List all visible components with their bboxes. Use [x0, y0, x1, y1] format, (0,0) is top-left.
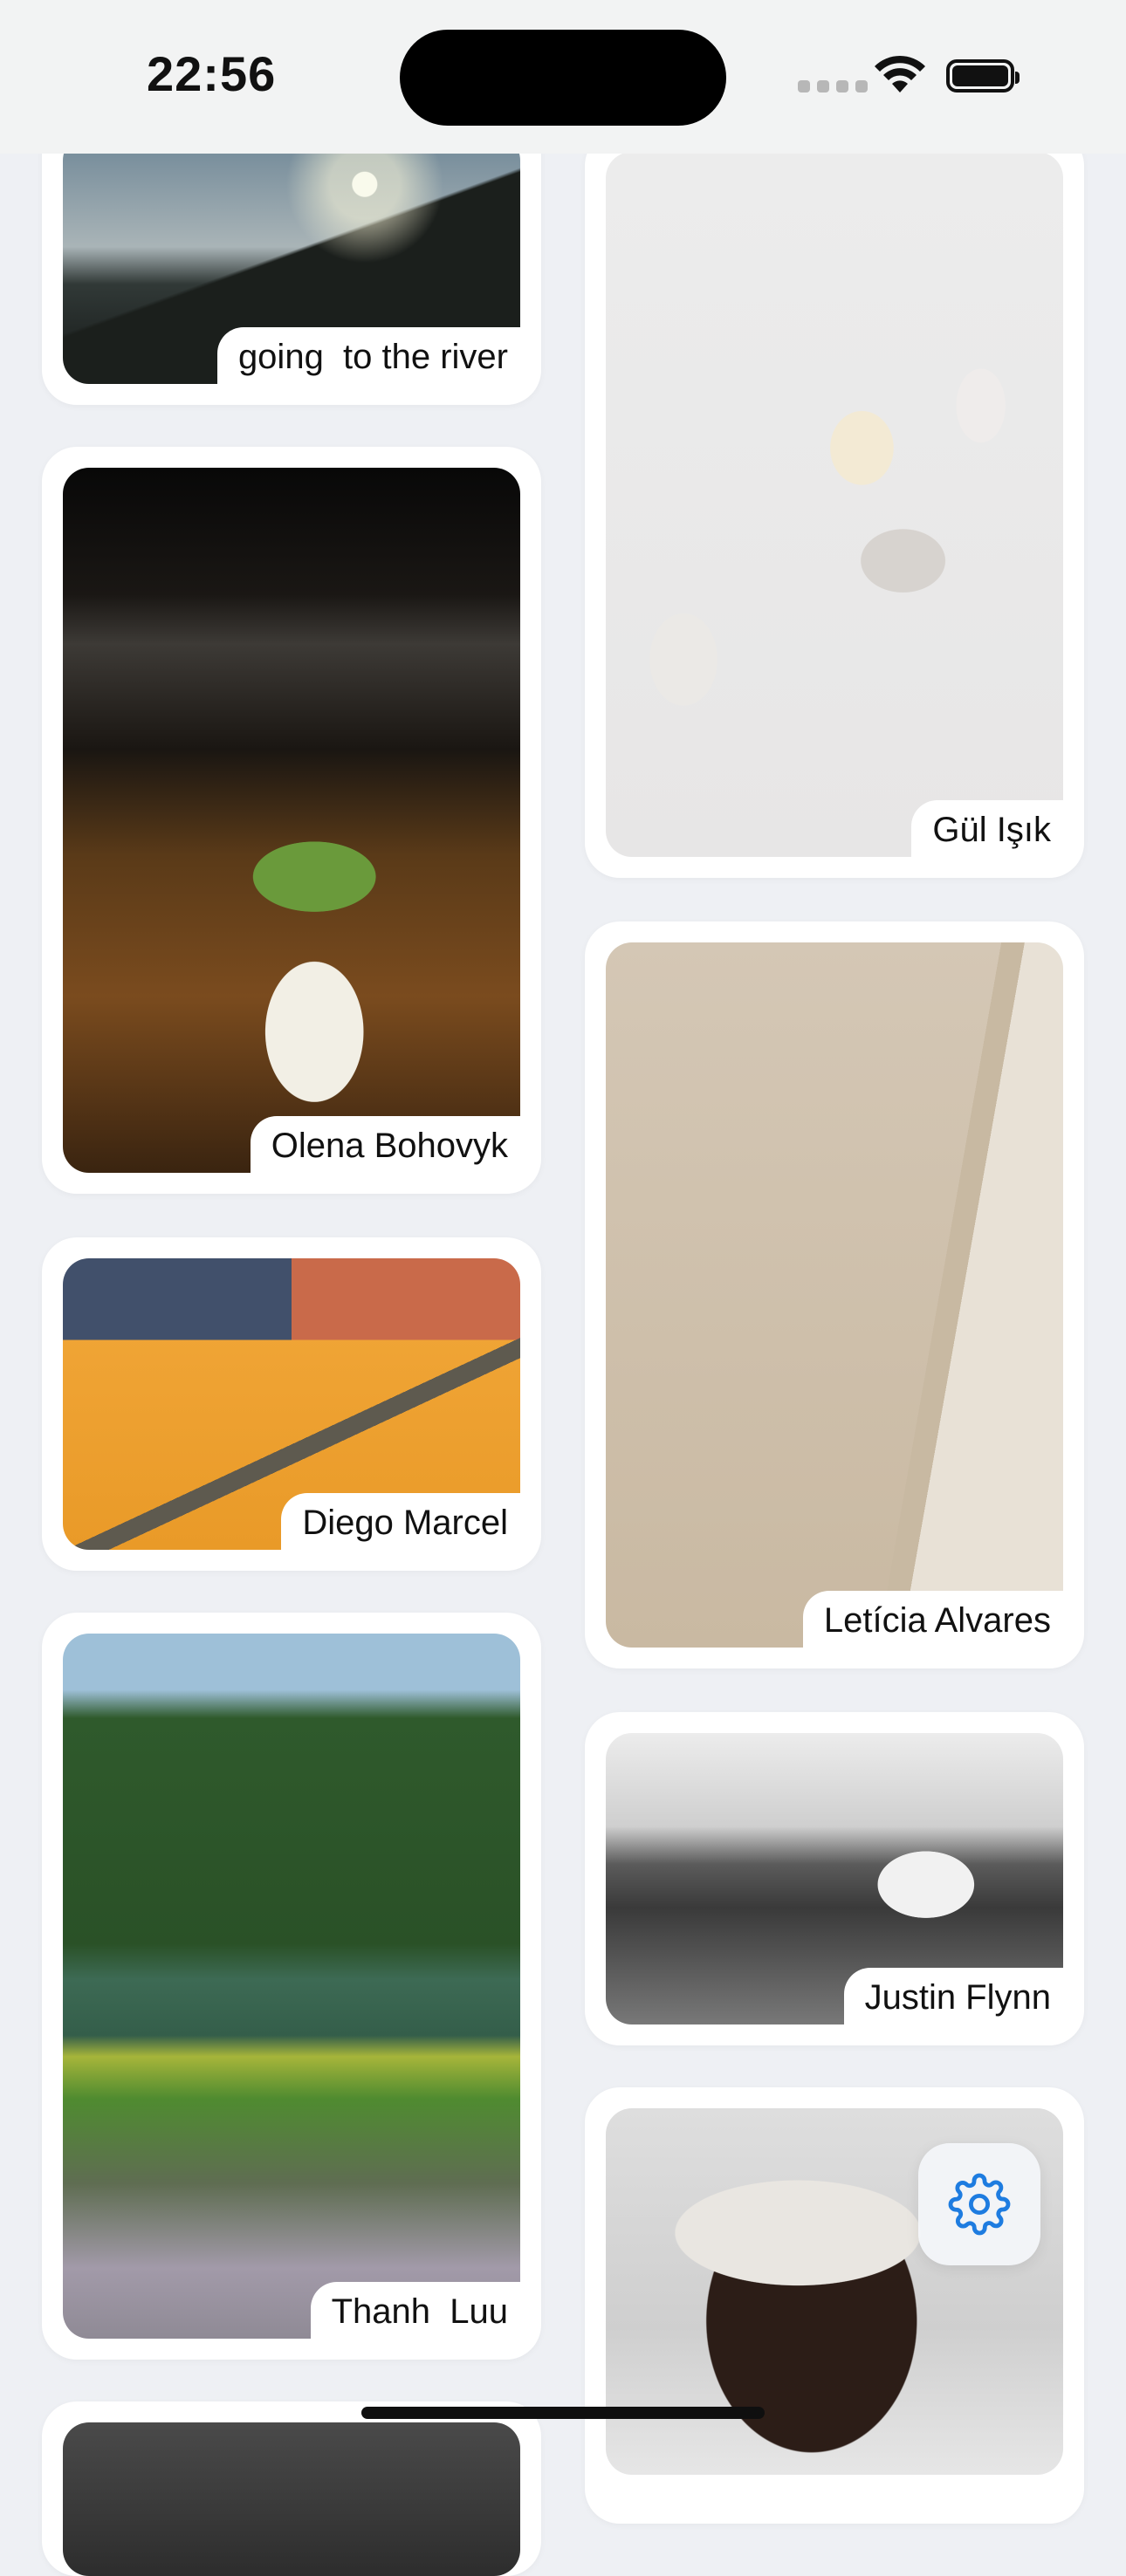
- photo-credit-caption: Olena Bohovyk: [250, 1116, 520, 1173]
- photo-card[interactable]: Letícia Alvares: [585, 921, 1084, 1668]
- photo-matcha-drink: [63, 468, 520, 1173]
- photo-credit-caption: going to the river: [216, 327, 520, 384]
- photo-plaster-statues: [606, 152, 1063, 857]
- photo-credit-caption: Gül Işık: [911, 800, 1063, 857]
- photo-card[interactable]: Diego Marcel: [42, 1237, 541, 1571]
- status-time: 22:56: [147, 46, 277, 101]
- photo-card[interactable]: Thanh Luu: [42, 1613, 541, 2360]
- dynamic-island: [400, 30, 726, 126]
- cellular-signal-icon: [798, 80, 868, 92]
- photo-card[interactable]: going to the river: [42, 113, 541, 405]
- battery-icon: [946, 59, 1020, 92]
- photo-river-valley: [63, 1634, 520, 2339]
- home-indicator[interactable]: [361, 2407, 765, 2419]
- photo-credit-caption: Letícia Alvares: [802, 1591, 1063, 1648]
- photo-wall-shadow: [606, 942, 1063, 1648]
- photo-credit-caption: Diego Marcel: [281, 1493, 520, 1550]
- photo-credit-caption: Justin Flynn: [843, 1968, 1063, 2024]
- wifi-icon: [873, 52, 927, 99]
- photo-card[interactable]: Justin Flynn: [585, 1712, 1084, 2045]
- photo-next: [63, 2422, 520, 2576]
- photo-card[interactable]: Gül Işık: [585, 131, 1084, 878]
- status-bar: 22:56: [0, 0, 1126, 154]
- photo-credit-caption: Thanh Luu: [310, 2282, 520, 2339]
- gear-icon: [948, 2173, 1011, 2236]
- photo-card[interactable]: Olena Bohovyk: [42, 447, 541, 1194]
- settings-button[interactable]: [918, 2143, 1040, 2265]
- photo-card[interactable]: [42, 2401, 541, 2576]
